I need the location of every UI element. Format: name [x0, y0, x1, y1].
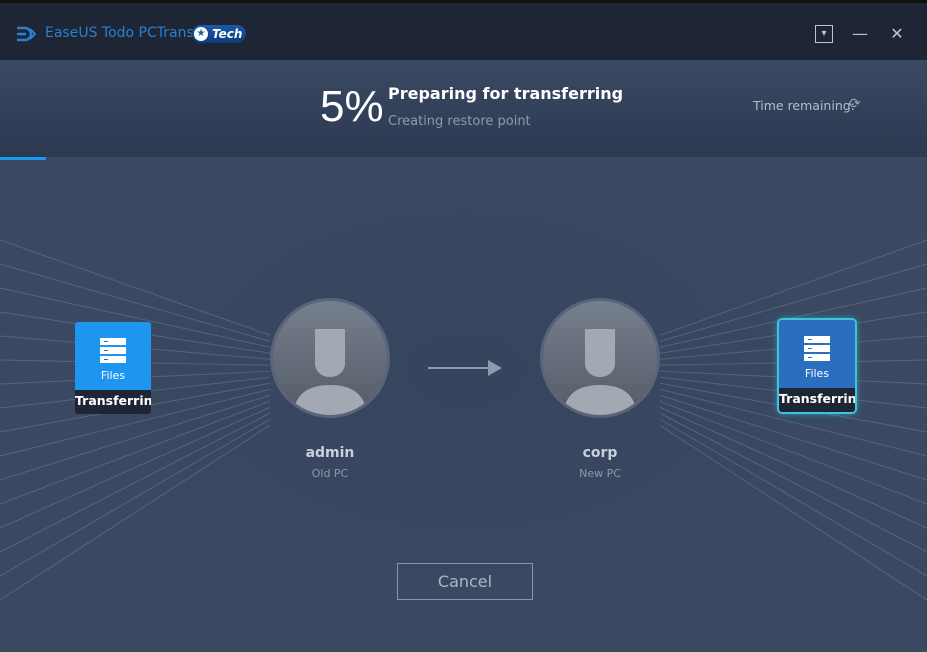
- ray-line: [659, 412, 927, 553]
- ray-line: [0, 424, 271, 601]
- progress-percent: 5%: [320, 82, 384, 131]
- new-pc-label: New PC: [579, 467, 621, 480]
- status-title: Preparing for transferring: [388, 84, 624, 103]
- user-silhouette-icon: [293, 329, 367, 415]
- arrow-right-icon: [428, 360, 502, 376]
- old-pc-avatar: [270, 298, 390, 418]
- new-pc-avatar: [540, 298, 660, 418]
- minimize-button[interactable]: —: [851, 25, 869, 43]
- ray-line: [0, 400, 271, 505]
- easeus-logo-icon: [17, 26, 37, 42]
- ray-line: [0, 412, 271, 553]
- user-silhouette-icon: [563, 329, 637, 415]
- ray-line: [659, 400, 927, 505]
- title-bar: EaseUS Todo PCTrans ★ Tech ▾ — ✕: [0, 0, 927, 60]
- tile-status: Transferring: [779, 388, 855, 412]
- time-remaining-label: Time remaining:: [753, 98, 855, 113]
- ray-line: [0, 239, 271, 336]
- ray-line: [659, 418, 927, 577]
- close-button[interactable]: ✕: [888, 25, 906, 43]
- target-files-tile[interactable]: Files Transferring: [779, 320, 855, 412]
- status-subtitle: Creating restore point: [388, 114, 531, 129]
- server-icon: [100, 338, 126, 363]
- refresh-icon: ⟳: [849, 96, 861, 112]
- app-title: EaseUS Todo PCTrans: [45, 25, 194, 41]
- tile-status: Transferring: [75, 390, 151, 414]
- star-icon: ★: [194, 27, 208, 41]
- ray-line: [0, 418, 271, 577]
- ray-line: [659, 424, 927, 601]
- minimize-to-tray-button[interactable]: ▾: [815, 25, 833, 43]
- old-pc-label: Old PC: [311, 467, 349, 480]
- cancel-button[interactable]: Cancel: [397, 563, 533, 600]
- tile-label: Files: [100, 369, 126, 382]
- source-files-tile[interactable]: Files Transferring: [75, 322, 151, 414]
- tile-label: Files: [804, 367, 830, 380]
- edition-badge: ★ Tech: [192, 25, 246, 43]
- new-pc-name: corp: [582, 445, 618, 461]
- old-pc-name: admin: [305, 445, 355, 461]
- server-icon: [804, 336, 830, 361]
